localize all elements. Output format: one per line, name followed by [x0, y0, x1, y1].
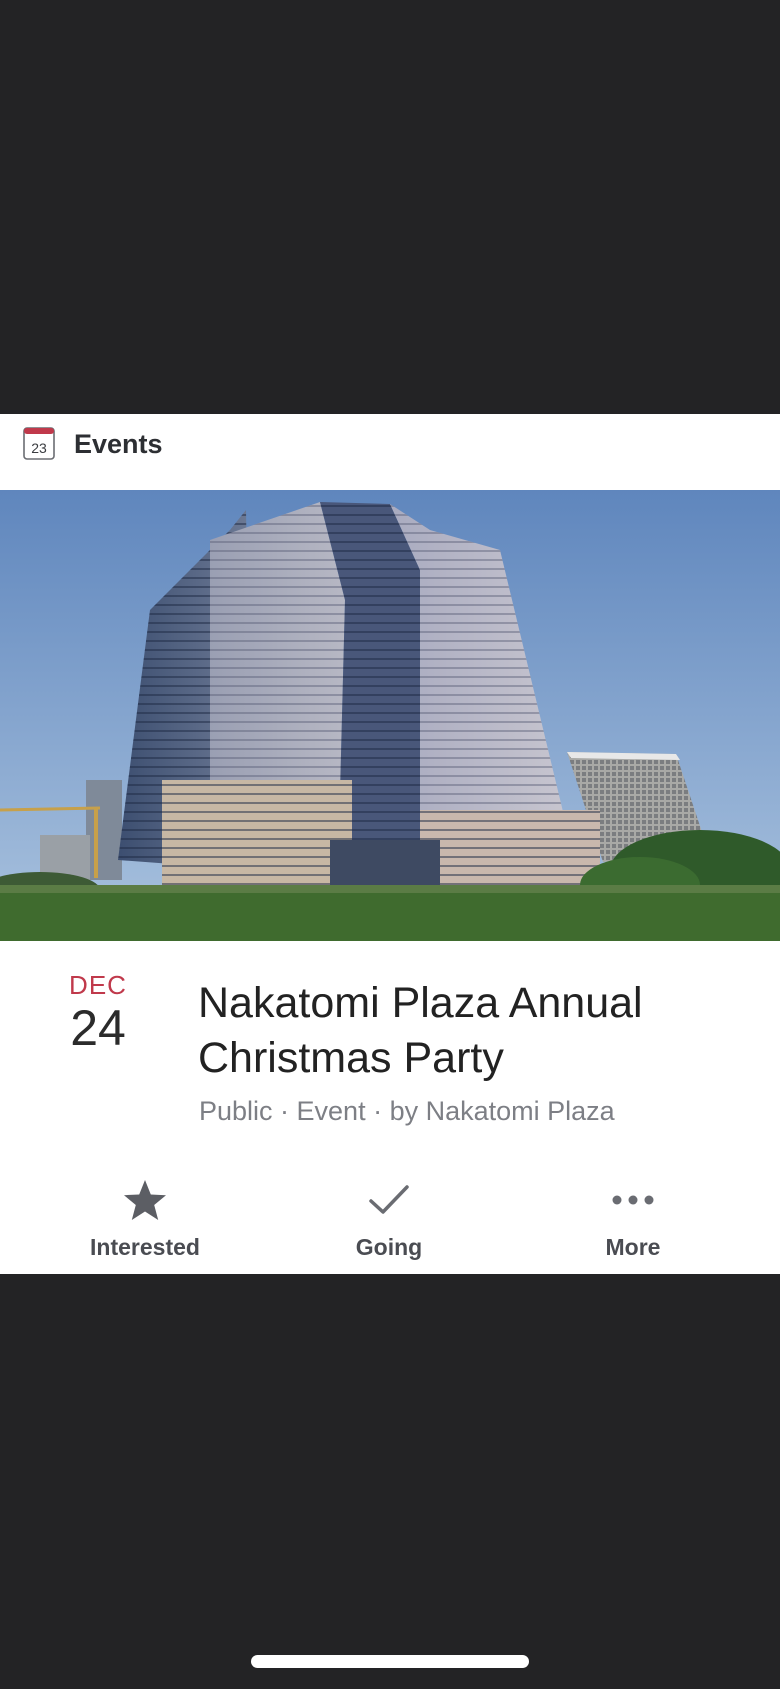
- event-photo[interactable]: [0, 490, 780, 941]
- event-day: 24: [70, 1000, 126, 1056]
- home-indicator[interactable]: [251, 1655, 529, 1668]
- calendar-icon: 23: [23, 427, 55, 460]
- checkmark-icon: [369, 1185, 409, 1214]
- more-label: More: [605, 1234, 661, 1260]
- going-button[interactable]: Going: [289, 1174, 489, 1261]
- building-photo: [0, 490, 780, 941]
- interested-label: Interested: [90, 1234, 200, 1260]
- more-dots-icon: [612, 1195, 654, 1205]
- event-card[interactable]: 23 Events DEC 24 Nakatomi Plaza Annual C…: [0, 414, 780, 1274]
- event-actions: Interested Going More: [0, 1174, 780, 1274]
- event-month: DEC: [69, 970, 127, 1000]
- calendar-icon-number: 23: [31, 440, 47, 456]
- more-button[interactable]: More: [533, 1174, 733, 1261]
- interested-button[interactable]: Interested: [45, 1174, 245, 1261]
- going-label: Going: [355, 1234, 423, 1260]
- event-date: DEC 24: [56, 970, 140, 1057]
- event-meta: Public · Event · by Nakatomi Plaza: [199, 1096, 615, 1126]
- events-header: 23 Events: [0, 414, 780, 490]
- star-icon: [124, 1180, 166, 1220]
- event-title[interactable]: Nakatomi Plaza Annual Christmas Party: [198, 976, 758, 1086]
- page-title: Events: [74, 429, 163, 459]
